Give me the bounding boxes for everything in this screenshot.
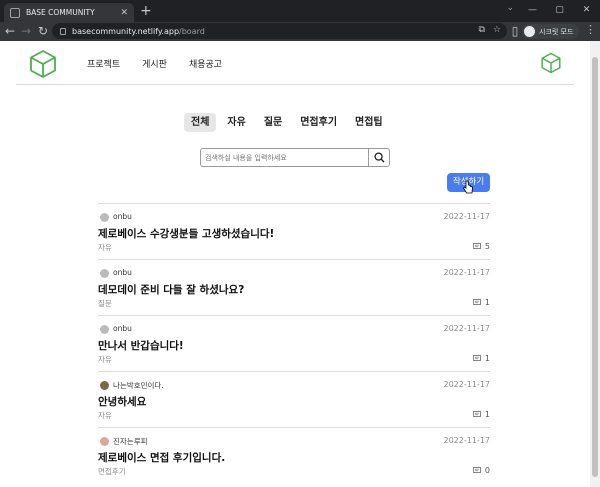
nav-item-projects[interactable]: 프로젝트	[87, 57, 120, 70]
browser-tab[interactable]: BASE COMMUNITY ✕	[4, 3, 134, 22]
incognito-profile[interactable]: 시크릿 모드	[522, 24, 580, 39]
post-category: 자유	[98, 355, 112, 364]
new-tab-button[interactable]: +	[140, 3, 152, 19]
category-tabs: 전체 자유 질문 면접후기 면접팁	[184, 113, 390, 132]
tab-question[interactable]: 질문	[257, 113, 289, 132]
post-date: 2022-11-17	[443, 324, 491, 333]
post-author: 진자는루피	[113, 437, 148, 446]
tab-search-icon[interactable]: ⌄	[506, 3, 514, 13]
logo-cube-icon[interactable]	[28, 49, 58, 79]
comment-icon	[473, 355, 481, 361]
post-date: 2022-11-17	[443, 436, 491, 445]
tab-interview-review[interactable]: 면접후기	[293, 113, 344, 132]
tab-interview-tips[interactable]: 면접팁	[348, 113, 390, 132]
lock-icon	[60, 27, 66, 35]
comment-count: 1	[484, 410, 490, 419]
comment-count: 1	[484, 298, 490, 307]
tab-title: BASE COMMUNITY	[26, 8, 95, 17]
post-title[interactable]: 데모데이 준비 다들 잘 하셨나요?	[98, 282, 244, 297]
post-item[interactable]: 진자는루피 2022-11-17 제로베이스 면접 후기입니다. 면접후기 0	[98, 427, 490, 483]
post-comments: 1	[473, 410, 490, 419]
avatar	[100, 437, 109, 446]
post-comments: 1	[473, 298, 490, 307]
post-author: 나는박호민이다.	[113, 381, 164, 390]
favicon-icon	[10, 7, 20, 18]
post-comments: 1	[473, 354, 490, 363]
search-input[interactable]	[201, 149, 368, 166]
post-item[interactable]: onbu 2022-11-17 만나서 반갑습니다! 자유 1	[98, 315, 490, 371]
post-title[interactable]: 제로베이스 면접 후기입니다.	[98, 450, 225, 465]
window-controls: — ▢ ✕	[519, 0, 600, 22]
scrollbar-thumb[interactable]	[592, 57, 598, 477]
url-host: basecommunity.netlify.app	[72, 26, 180, 36]
avatar	[100, 269, 109, 278]
post-date: 2022-11-17	[443, 380, 491, 389]
search-icon	[373, 152, 385, 163]
reload-icon[interactable]: ↻	[35, 23, 51, 39]
post-title[interactable]: 만나서 반갑습니다!	[98, 338, 184, 353]
post-category: 질문	[98, 299, 112, 308]
comment-icon	[473, 299, 481, 305]
close-window-icon[interactable]: ✕	[573, 0, 600, 22]
scrollbar[interactable]	[590, 41, 600, 487]
post-author: onbu	[113, 212, 132, 221]
comment-count: 5	[484, 242, 490, 251]
close-tab-icon[interactable]: ✕	[120, 8, 128, 18]
back-icon[interactable]: ←	[2, 23, 18, 39]
nav-item-board[interactable]: 게시판	[142, 57, 167, 70]
post-date: 2022-11-17	[443, 212, 491, 221]
avatar	[100, 213, 109, 222]
browser-toolbar: ← → ↻ basecommunity.netlify.app /board ⧉…	[0, 22, 600, 41]
profile-label: 시크릿 모드	[539, 27, 574, 36]
tab-all[interactable]: 전체	[184, 113, 217, 132]
minimize-icon[interactable]: —	[519, 0, 546, 22]
nav-item-jobs[interactable]: 채용공고	[189, 57, 222, 70]
hand-cursor-icon	[462, 180, 473, 194]
avatar	[100, 381, 109, 390]
post-comments: 0	[473, 466, 490, 475]
post-author: onbu	[113, 268, 132, 277]
translate-icon[interactable]: ⧉	[478, 25, 484, 35]
post-comments: 5	[473, 242, 490, 251]
url-path: /board	[179, 26, 205, 36]
post-category: 자유	[98, 411, 112, 420]
incognito-icon	[524, 26, 535, 37]
post-item[interactable]: onbu 2022-11-17 제로베이스 수강생분들 고생하셨습니다! 자유 …	[98, 203, 490, 259]
forward-icon[interactable]: →	[18, 23, 34, 39]
maximize-icon[interactable]: ▢	[546, 0, 573, 22]
main-nav: 프로젝트 게시판 채용공고	[87, 57, 222, 70]
comment-count: 1	[484, 354, 490, 363]
post-category: 면접후기	[98, 467, 126, 476]
avatar	[100, 325, 109, 334]
bookmark-star-icon[interactable]: ☆	[493, 25, 501, 35]
post-category: 자유	[98, 243, 112, 252]
tab-free[interactable]: 자유	[220, 113, 252, 132]
comment-icon	[473, 411, 481, 417]
post-title[interactable]: 안녕하세요	[98, 394, 146, 409]
comment-count: 0	[484, 466, 490, 475]
post-item[interactable]: onbu 2022-11-17 데모데이 준비 다들 잘 하셨나요? 질문 1	[98, 259, 490, 315]
post-date: 2022-11-17	[443, 268, 491, 277]
post-author: onbu	[113, 324, 132, 333]
search-box	[200, 148, 390, 167]
post-title[interactable]: 제로베이스 수강생분들 고생하셨습니다!	[98, 226, 274, 241]
post-list: onbu 2022-11-17 제로베이스 수강생분들 고생하셨습니다! 자유 …	[98, 203, 490, 483]
post-item[interactable]: 나는박호민이다. 2022-11-17 안녕하세요 자유 1	[98, 371, 490, 427]
address-bar[interactable]: basecommunity.netlify.app /board ⧉ ☆	[52, 23, 507, 39]
browser-tabbar: BASE COMMUNITY ✕ + ⌄ — ▢ ✕	[0, 0, 600, 22]
site-header: 프로젝트 게시판 채용공고	[16, 41, 574, 85]
search-button[interactable]	[368, 149, 389, 166]
comment-icon	[473, 243, 481, 249]
profile-cube-icon[interactable]	[540, 52, 562, 74]
sidepanel-icon[interactable]: ▯	[507, 23, 523, 39]
menu-icon[interactable]: ⋮	[585, 23, 596, 36]
comment-icon	[473, 467, 481, 473]
